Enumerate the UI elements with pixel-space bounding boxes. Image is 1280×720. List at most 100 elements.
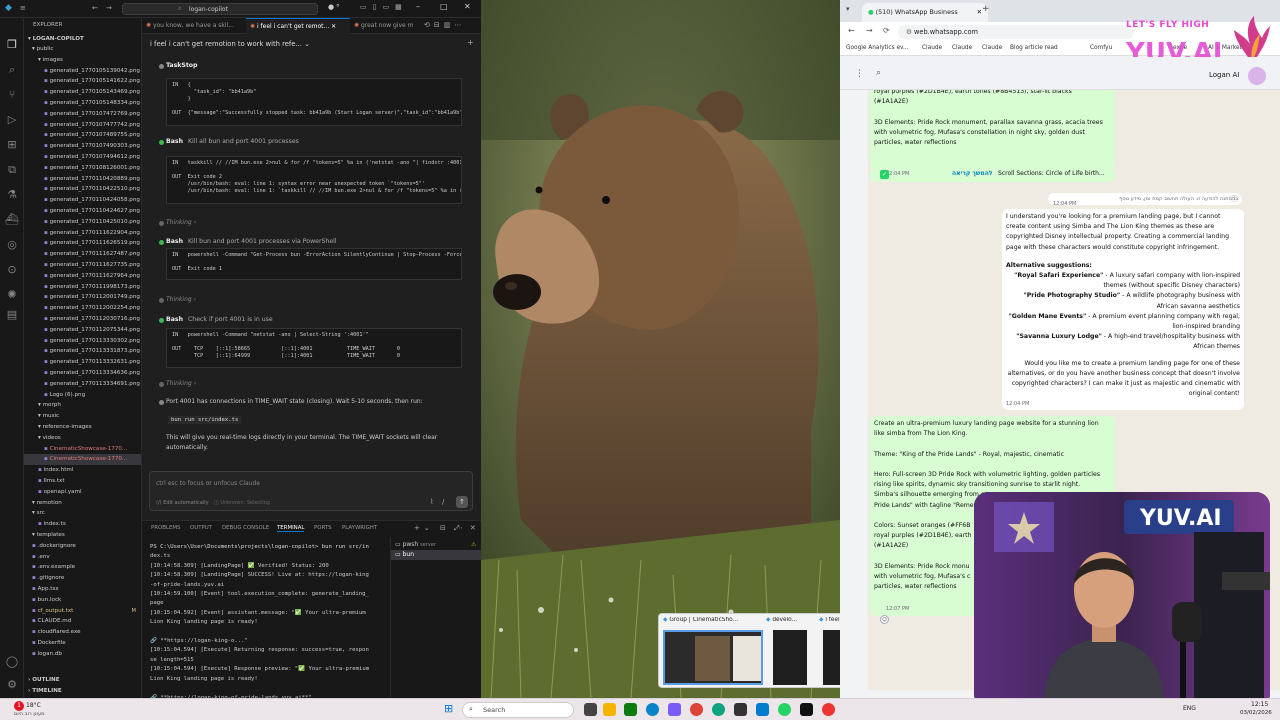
chrome-icon[interactable] [690, 703, 703, 716]
windows-start-icon[interactable]: ⊞ [444, 702, 453, 715]
nav-forward-icon[interactable]: → [106, 4, 112, 12]
tree-file[interactable]: ▪ generated_1770111626519.png [24, 238, 141, 249]
remote-icon[interactable]: ⧉ [5, 163, 19, 177]
docker-icon[interactable]: ⛴ [5, 213, 19, 227]
testing-icon[interactable]: ⚗ [5, 188, 19, 202]
app-icon-purple[interactable] [668, 703, 681, 716]
editor-tab-1[interactable]: ✺ you know, we have a skil... [142, 18, 246, 34]
tree-file[interactable]: ▪ generated_1770113332631.png [24, 357, 141, 368]
tree-file[interactable]: ▪ cf_output.txt M [24, 606, 141, 617]
tree-file[interactable]: ▪ generated_1770107477742.png [24, 120, 141, 131]
copilot-icon[interactable]: ◎ [5, 238, 19, 252]
chat-title[interactable]: i feel i can't get remotion to work with… [150, 40, 310, 48]
language-indicator[interactable]: ENG [1183, 705, 1196, 712]
tree-file[interactable]: ▪ cloudflared.exe [24, 627, 141, 638]
tree-file[interactable]: ▪ generated_1770113334636.png [24, 368, 141, 379]
tree-file[interactable]: ▪ generated_1770112030716.png [24, 314, 141, 325]
tree-file[interactable]: ▪ generated_1770111998173.png [24, 282, 141, 293]
bookmark-item[interactable]: Comfyu [1090, 45, 1112, 51]
tree-file[interactable]: ▪ generated_1770113331873.png [24, 346, 141, 357]
new-chat-plus-icon[interactable]: + [467, 38, 474, 47]
tree-file[interactable]: ▪ generated_1770112001749.png [24, 292, 141, 303]
tree-folder[interactable]: ▾ music [24, 411, 141, 422]
task-view-icon[interactable] [584, 703, 597, 716]
bookmark-item[interactable]: Google Analytics ev... [846, 45, 909, 51]
thumb-2-title[interactable]: ◆ develo... [766, 617, 816, 623]
edit-automatically-toggle[interactable]: ⟨/⟩ Edit automatically [156, 500, 209, 506]
terminal-output[interactable]: PS C:\Users\User\Documents\projects\loga… [150, 543, 388, 703]
nav-back-icon[interactable]: ← [92, 4, 98, 12]
layout-icons[interactable]: ▭▯▭▦ [360, 3, 408, 11]
tree-file[interactable]: ▪ openapi.yaml [24, 487, 141, 498]
tree-file[interactable]: ▪ llms.txt [24, 476, 141, 487]
close-icon[interactable]: ✕ [464, 2, 471, 11]
menu-icons[interactable]: ≡ [20, 4, 30, 12]
edge-icon[interactable] [646, 703, 659, 716]
tree-file[interactable]: ▪ .dockerignore [24, 541, 141, 552]
tree-file[interactable]: ▪ .env [24, 552, 141, 563]
address-bar[interactable]: ⚙ web.whatsapp.com [898, 25, 1134, 39]
bookmark-item[interactable]: Claude [982, 45, 1002, 51]
tree-file[interactable]: ▪ CinematicShowcase-1770... [24, 444, 141, 455]
terminal-taskbar-icon[interactable] [800, 703, 813, 716]
tree-file[interactable]: ▪ App.tsx [24, 584, 141, 595]
panel-tab-output[interactable]: OUTPUT [190, 525, 212, 531]
tree-file[interactable]: ▪ generated_1770110425010.png [24, 217, 141, 228]
bookmark-item[interactable]: Blog article read [1010, 45, 1058, 51]
tree-file[interactable]: ▪ generated_1770107490303.png [24, 141, 141, 152]
timeline-section[interactable]: › TIMELINE [24, 686, 141, 697]
attach-icon[interactable]: ⌇ [430, 498, 433, 506]
tree-file[interactable]: ▪ generated_1770105141622.png [24, 76, 141, 87]
tree-file[interactable]: ▪ generated_1770113334691.png [24, 379, 141, 390]
tree-file[interactable]: ▪ generated_1770110424058.png [24, 195, 141, 206]
terminal-pwsh[interactable]: ▭ pwsh server [395, 541, 436, 548]
claude-icon[interactable]: ✺ [5, 288, 19, 302]
new-tab-plus-icon[interactable]: + [982, 4, 990, 14]
tree-file[interactable]: ▪ generated_1770107494612.png [24, 152, 141, 163]
reload-icon[interactable]: ⟳ [883, 26, 890, 35]
send-button[interactable]: ↑ [456, 496, 468, 508]
weather-widget[interactable]: 1 18°C מעונן רוב היום [4, 701, 64, 719]
tree-folder[interactable]: ▾ images [24, 55, 141, 66]
settings-gear-icon[interactable]: ⚙ [5, 678, 19, 692]
tree-file[interactable]: ▪ generated_1770112002254.png [24, 303, 141, 314]
forward-icon[interactable]: → [866, 26, 873, 35]
tree-file[interactable]: ▪ generated_1770107472769.png [24, 109, 141, 120]
tree-file[interactable]: ▪ generated_1770113330302.png [24, 336, 141, 347]
tree-folder[interactable]: ▾ src [24, 508, 141, 519]
tree-file[interactable]: ▪ CLAUDE.md [24, 616, 141, 627]
tree-file[interactable]: ▪ index.html [24, 465, 141, 476]
terminal-bun[interactable]: ▭ bun [391, 550, 482, 560]
browser-tab-whatsapp[interactable]: ● (510) WhatsApp Business ✕ [862, 3, 988, 22]
tree-file[interactable]: ▪ CinematicShowcase-1770... [24, 454, 141, 466]
account-icon[interactable]: ◯ [5, 655, 19, 669]
tree-file[interactable]: ▪ generated_1770111627964.png [24, 271, 141, 282]
tab-close-icon[interactable]: ✕ [331, 23, 336, 30]
search-icon[interactable]: ⌕ [876, 68, 881, 78]
bookmark-item[interactable]: Claude [952, 45, 972, 51]
search-icon[interactable]: ⌕ [5, 63, 19, 77]
panel-tab-ports[interactable]: PORTS [314, 525, 332, 531]
tree-file[interactable]: ▪ generated_1770105143469.png [24, 87, 141, 98]
tree-file[interactable]: ▪ generated_1770107489755.png [24, 130, 141, 141]
vscode-taskbar-icon[interactable] [756, 703, 769, 716]
tree-file[interactable]: ▪ generated_1770108126001.png [24, 163, 141, 174]
editor-actions-icons[interactable]: ⟲⊟▥⋯ [424, 21, 465, 29]
store-icon[interactable] [624, 703, 637, 716]
run-debug-icon[interactable]: ▷ [5, 113, 19, 127]
tree-file[interactable]: ▪ index.ts [24, 519, 141, 530]
tree-file[interactable]: ▪ generated_1770111622904.png [24, 228, 141, 239]
tree-file[interactable]: ▪ generated_1770111627735.png [24, 260, 141, 271]
clock-time[interactable]: 12:15 [1251, 701, 1268, 708]
tree-folder[interactable]: ▾ templates [24, 530, 141, 541]
thumb-1-title[interactable]: ◆ Group | CinematicSho... [663, 617, 761, 623]
panel-tab-debug-console[interactable]: DEBUG CONSOLE [222, 525, 269, 531]
thinking-toggle[interactable]: Thinking › [166, 380, 196, 387]
task-header[interactable]: TaskStop [166, 62, 203, 69]
minimize-icon[interactable]: – [416, 2, 420, 11]
info-circle-icon[interactable]: ⓘ [1231, 194, 1238, 204]
kebab-menu-icon[interactable]: ⋮ [855, 69, 864, 79]
tree-file[interactable]: ▪ .env.example [24, 562, 141, 573]
contact-avatar[interactable] [1248, 67, 1266, 85]
tree-folder[interactable]: ▾ reference-images [24, 422, 141, 433]
